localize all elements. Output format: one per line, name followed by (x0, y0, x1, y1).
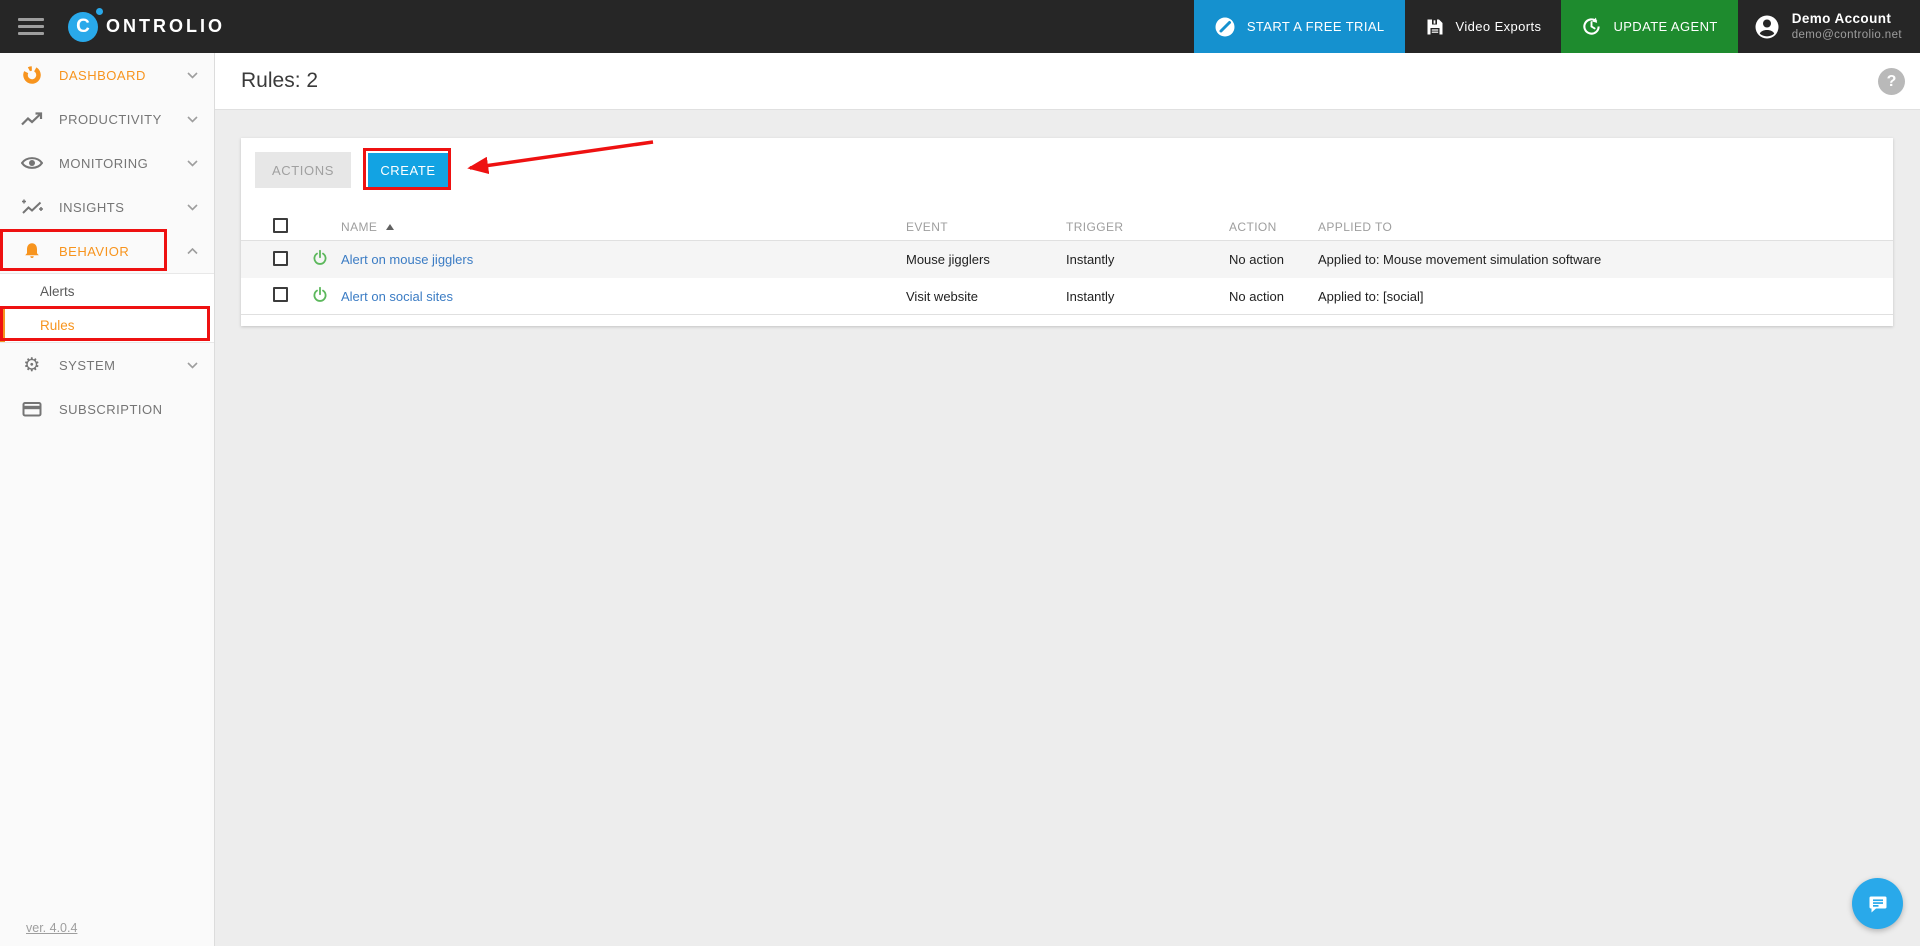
sort-asc-icon (386, 224, 395, 231)
table-row: Alert on mouse jigglers Mouse jigglers I… (241, 241, 1893, 278)
column-header-event[interactable]: EVENT (906, 220, 1066, 234)
dashboard-icon (20, 65, 44, 85)
chevron-up-icon (187, 247, 198, 255)
chevron-down-icon (187, 203, 198, 211)
rule-action: No action (1229, 252, 1284, 267)
row-checkbox[interactable] (273, 287, 288, 302)
insights-sparkline-icon (20, 198, 44, 216)
select-all-checkbox[interactable] (273, 217, 288, 233)
column-header-name[interactable]: NAME (341, 220, 906, 234)
table-header-row: NAME EVENT TRIGGER ACTION APPLIED TO (241, 213, 1893, 241)
logo-c-icon: C (68, 7, 103, 42)
rule-trigger: Instantly (1066, 288, 1115, 304)
rules-card: ACTIONS CREATE NAME EVENT TRIGGER ACTION… (241, 138, 1893, 326)
gear-icon: ⚙ (23, 354, 41, 376)
credit-card-icon (20, 400, 44, 418)
sidebar-item-alerts[interactable]: Alerts (0, 274, 214, 308)
video-exports-button[interactable]: Video Exports (1405, 0, 1562, 53)
behavior-submenu: Alerts Rules (0, 273, 214, 343)
top-bar: C ONTROLIO START A FREE TRIAL Video Expo… (0, 0, 1920, 53)
live-chat-button[interactable] (1852, 878, 1903, 929)
sidebar-item-insights[interactable]: INSIGHTS (0, 185, 214, 229)
rule-applied-to: Applied to: [social] (1318, 288, 1424, 304)
sidebar-item-system[interactable]: ⚙ SYSTEM (0, 343, 214, 387)
update-agent-button[interactable]: UPDATE AGENT (1561, 0, 1738, 53)
controlio-logo[interactable]: C ONTROLIO (68, 0, 225, 53)
sidebar-item-dashboard[interactable]: DASHBOARD (0, 53, 214, 97)
rule-name-link[interactable]: Alert on mouse jigglers (341, 252, 473, 267)
start-free-trial-button[interactable]: START A FREE TRIAL (1193, 0, 1405, 53)
main-content: Rules: 2 ? ACTIONS CREATE NAME EVENT TRI… (215, 53, 1920, 946)
update-clock-icon (1583, 17, 1601, 35)
chat-bubble-icon (1869, 896, 1886, 912)
hamburger-menu-icon[interactable] (18, 14, 44, 39)
page-header: Rules: 2 ? (215, 53, 1920, 110)
rule-event: Mouse jigglers (906, 252, 990, 267)
chevron-down-icon (187, 71, 198, 79)
page-title: Rules: 2 (241, 69, 319, 92)
row-checkbox[interactable] (273, 250, 288, 266)
sidebar: DASHBOARD PRODUCTIVITY MONITORING INSIGH… (0, 53, 215, 946)
chevron-down-icon (187, 361, 198, 369)
table-row: Alert on social sites Visit website Inst… (241, 278, 1893, 315)
sidebar-item-subscription[interactable]: SUBSCRIPTION (0, 387, 214, 431)
rule-applied-to: Applied to: Mouse movement simulation so… (1318, 252, 1602, 267)
rules-table: NAME EVENT TRIGGER ACTION APPLIED TO Ale… (241, 213, 1893, 315)
eye-icon (20, 155, 44, 171)
help-icon[interactable]: ? (1878, 68, 1905, 95)
rules-toolbar: ACTIONS CREATE (241, 138, 1893, 188)
user-avatar-icon (1755, 15, 1779, 38)
rule-event: Visit website (906, 288, 979, 304)
account-name: Demo Account (1791, 10, 1892, 26)
account-menu[interactable]: Demo Account demo@controlio.net (1738, 0, 1920, 53)
column-header-trigger[interactable]: TRIGGER (1066, 220, 1229, 234)
logo-dot (96, 7, 103, 15)
column-header-action[interactable]: ACTION (1229, 220, 1318, 234)
version-link[interactable]: ver. 4.0.4 (26, 921, 77, 935)
power-toggle-icon[interactable] (311, 286, 329, 304)
rule-action: No action (1229, 288, 1284, 304)
chevron-down-icon (187, 115, 198, 123)
chevron-down-icon (187, 159, 198, 167)
compass-icon (1215, 17, 1235, 36)
logo-wordmark: ONTROLIO (106, 16, 225, 36)
sidebar-item-rules[interactable]: Rules (0, 308, 214, 342)
sidebar-item-productivity[interactable]: PRODUCTIVITY (0, 97, 214, 141)
bell-icon (20, 241, 44, 261)
account-email: demo@controlio.net (1791, 28, 1902, 41)
sidebar-item-monitoring[interactable]: MONITORING (0, 141, 214, 185)
productivity-trend-icon (20, 111, 44, 127)
save-disk-icon (1427, 19, 1443, 34)
power-toggle-icon[interactable] (311, 249, 329, 267)
sidebar-item-behavior[interactable]: BEHAVIOR (0, 229, 214, 273)
rule-name-link[interactable]: Alert on social sites (341, 289, 453, 304)
create-button[interactable]: CREATE (368, 153, 448, 187)
column-header-applied-to[interactable]: APPLIED TO (1318, 220, 1893, 234)
rule-trigger: Instantly (1066, 252, 1115, 267)
actions-button[interactable]: ACTIONS (255, 152, 351, 188)
